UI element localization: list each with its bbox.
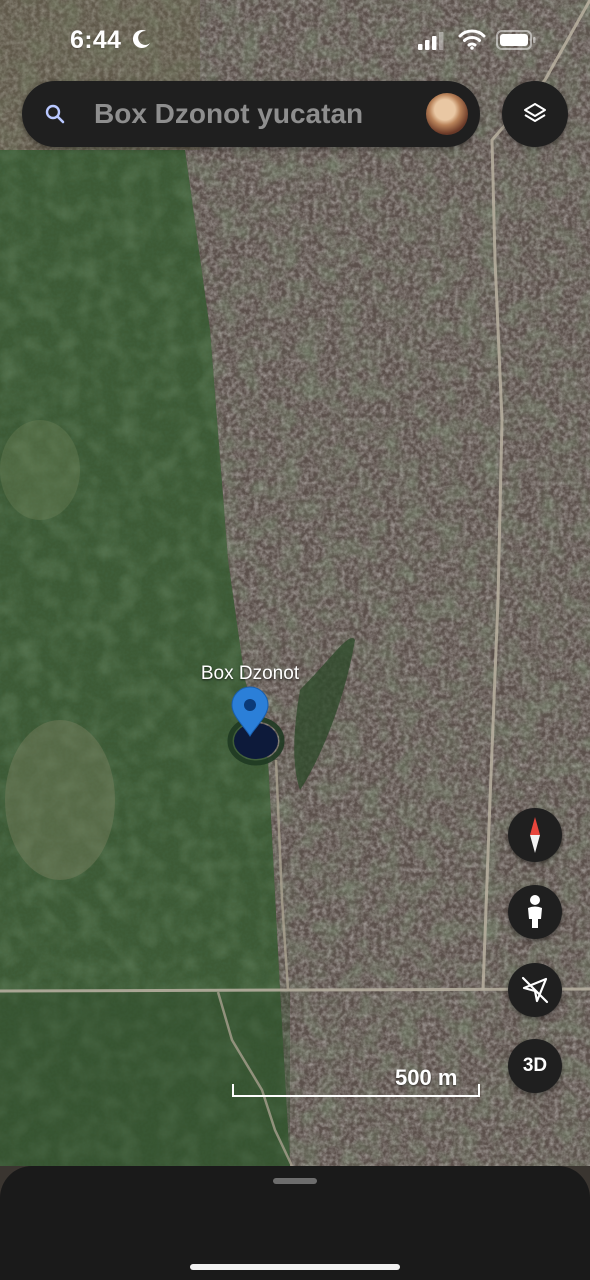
my-location-button[interactable] bbox=[508, 963, 562, 1017]
3d-view-button[interactable]: 3D bbox=[508, 1039, 562, 1093]
location-pin-icon[interactable] bbox=[230, 686, 270, 738]
home-indicator bbox=[190, 1264, 400, 1270]
moon-icon bbox=[132, 30, 150, 49]
status-time: 6:44 bbox=[70, 26, 122, 54]
search-query-text[interactable]: Box Dzonot yucatan bbox=[94, 98, 363, 130]
compass-button[interactable] bbox=[508, 808, 562, 862]
layers-icon bbox=[524, 103, 546, 122]
search-bar[interactable]: Box Dzonot yucatan bbox=[22, 81, 480, 147]
cellular-signal-icon bbox=[418, 32, 444, 50]
battery-icon bbox=[496, 30, 536, 50]
place-label[interactable]: Box Dzonot bbox=[190, 663, 310, 685]
street-view-pegman-icon bbox=[528, 895, 542, 928]
user-avatar[interactable] bbox=[426, 93, 468, 135]
search-icon bbox=[45, 104, 65, 124]
bottom-sheet[interactable] bbox=[0, 1166, 590, 1280]
location-arrow-off-icon bbox=[521, 976, 549, 1004]
compass-icon bbox=[530, 817, 540, 853]
wifi-icon bbox=[458, 29, 486, 50]
scale-bar bbox=[232, 1084, 480, 1097]
street-view-button[interactable] bbox=[508, 885, 562, 939]
3d-label: 3D bbox=[522, 1055, 548, 1076]
layers-button[interactable] bbox=[502, 81, 568, 147]
drag-handle[interactable] bbox=[273, 1178, 317, 1184]
